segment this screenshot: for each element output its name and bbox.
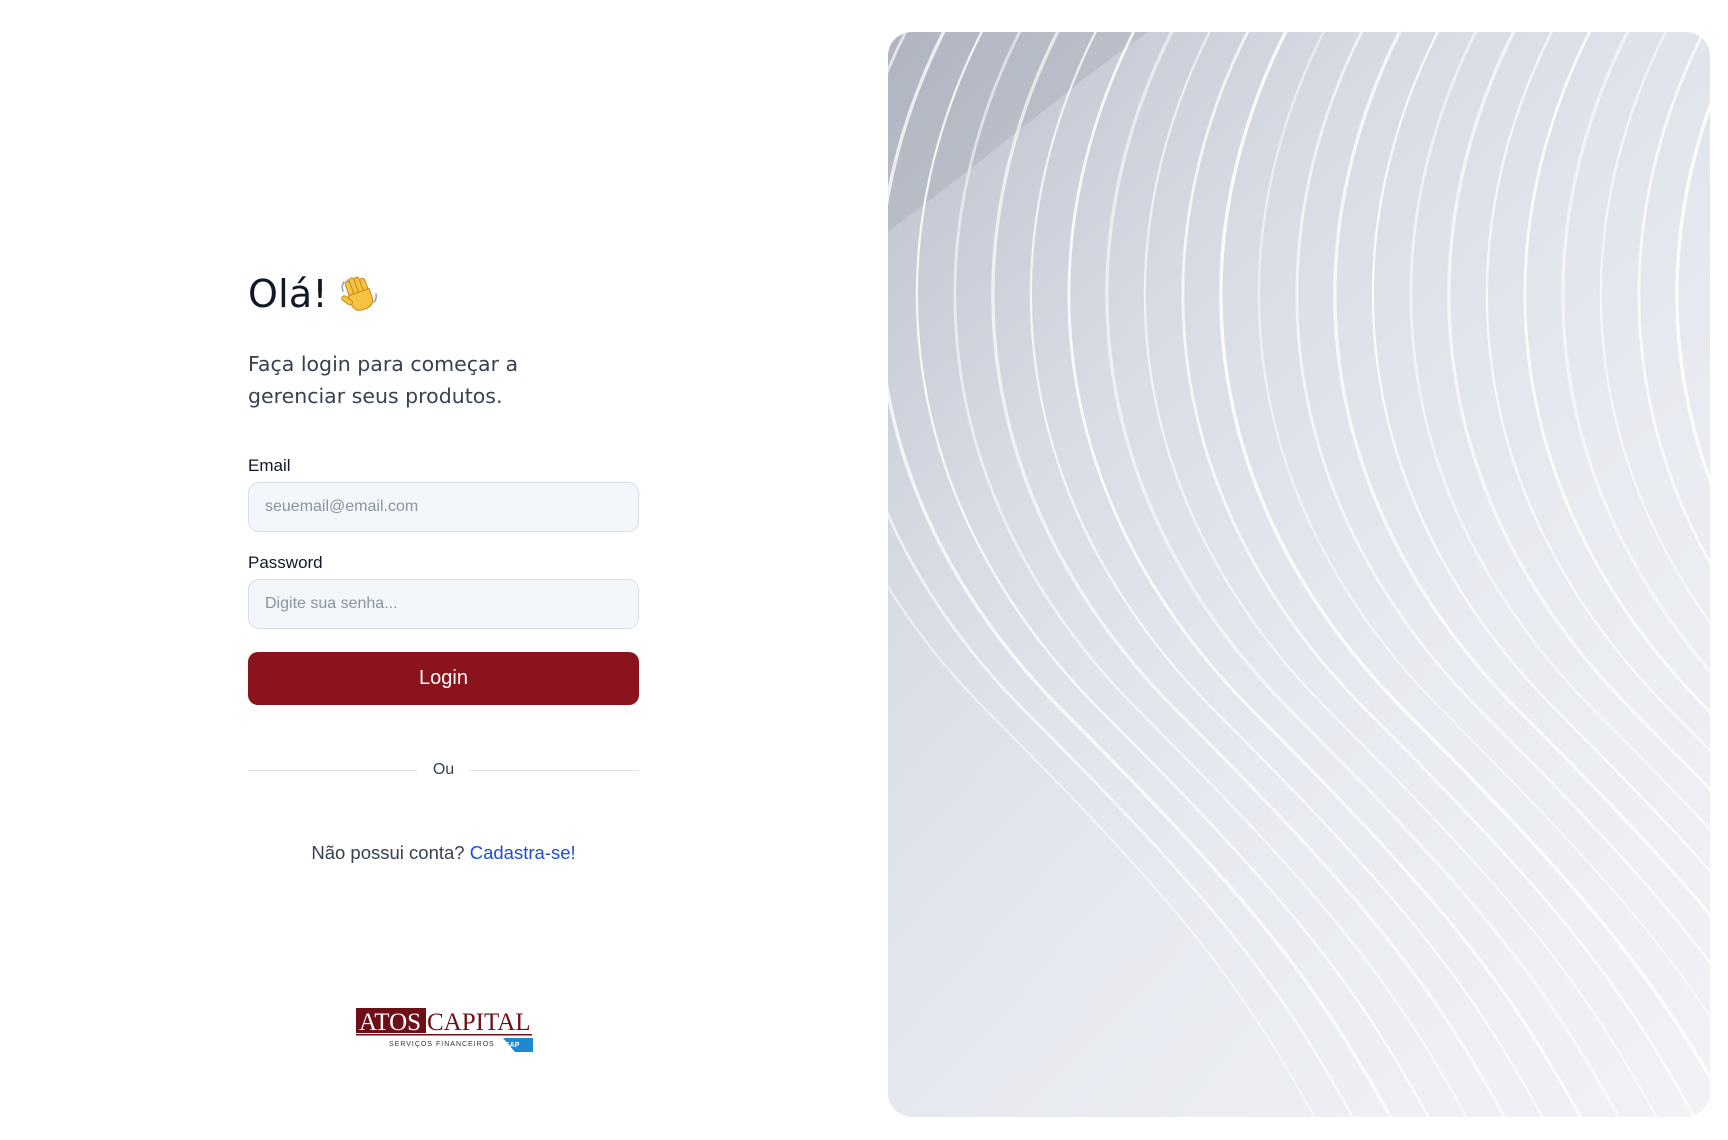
login-panel: Olá! Faça login para começar a gerenciar… bbox=[0, 0, 888, 1140]
password-label: Password bbox=[248, 553, 323, 572]
signup-prompt: Não possui conta? Cadastra-se! bbox=[248, 842, 639, 864]
abstract-waves-graphic bbox=[888, 32, 1710, 1117]
logo-tagline: SERVIÇOS FINANCEIROS bbox=[389, 1041, 495, 1048]
greeting-title: Olá! bbox=[248, 272, 328, 316]
email-field[interactable] bbox=[248, 482, 639, 532]
subtitle: Faça login para começar a gerenciar seus… bbox=[248, 352, 519, 408]
logo-text-atos: ATOS bbox=[359, 1009, 421, 1036]
email-label: Email bbox=[248, 456, 291, 475]
login-button[interactable]: Login bbox=[248, 652, 639, 705]
signup-text: Não possui conta? bbox=[311, 842, 465, 863]
atos-capital-logo: ATOS CAPITAL SERVIÇOS FINANCEIROS SAP bbox=[356, 1008, 533, 1052]
logo-text-capital: CAPITAL bbox=[427, 1009, 531, 1036]
greeting: Olá! bbox=[248, 272, 382, 316]
password-field[interactable] bbox=[248, 579, 639, 629]
logo-sap-badge: SAP bbox=[505, 1042, 520, 1049]
waving-hand-icon bbox=[341, 276, 377, 311]
hero-image bbox=[888, 32, 1710, 1117]
or-divider: Ou bbox=[248, 760, 639, 782]
signup-link[interactable]: Cadastra-se! bbox=[470, 842, 576, 863]
divider-line-right bbox=[470, 770, 639, 771]
